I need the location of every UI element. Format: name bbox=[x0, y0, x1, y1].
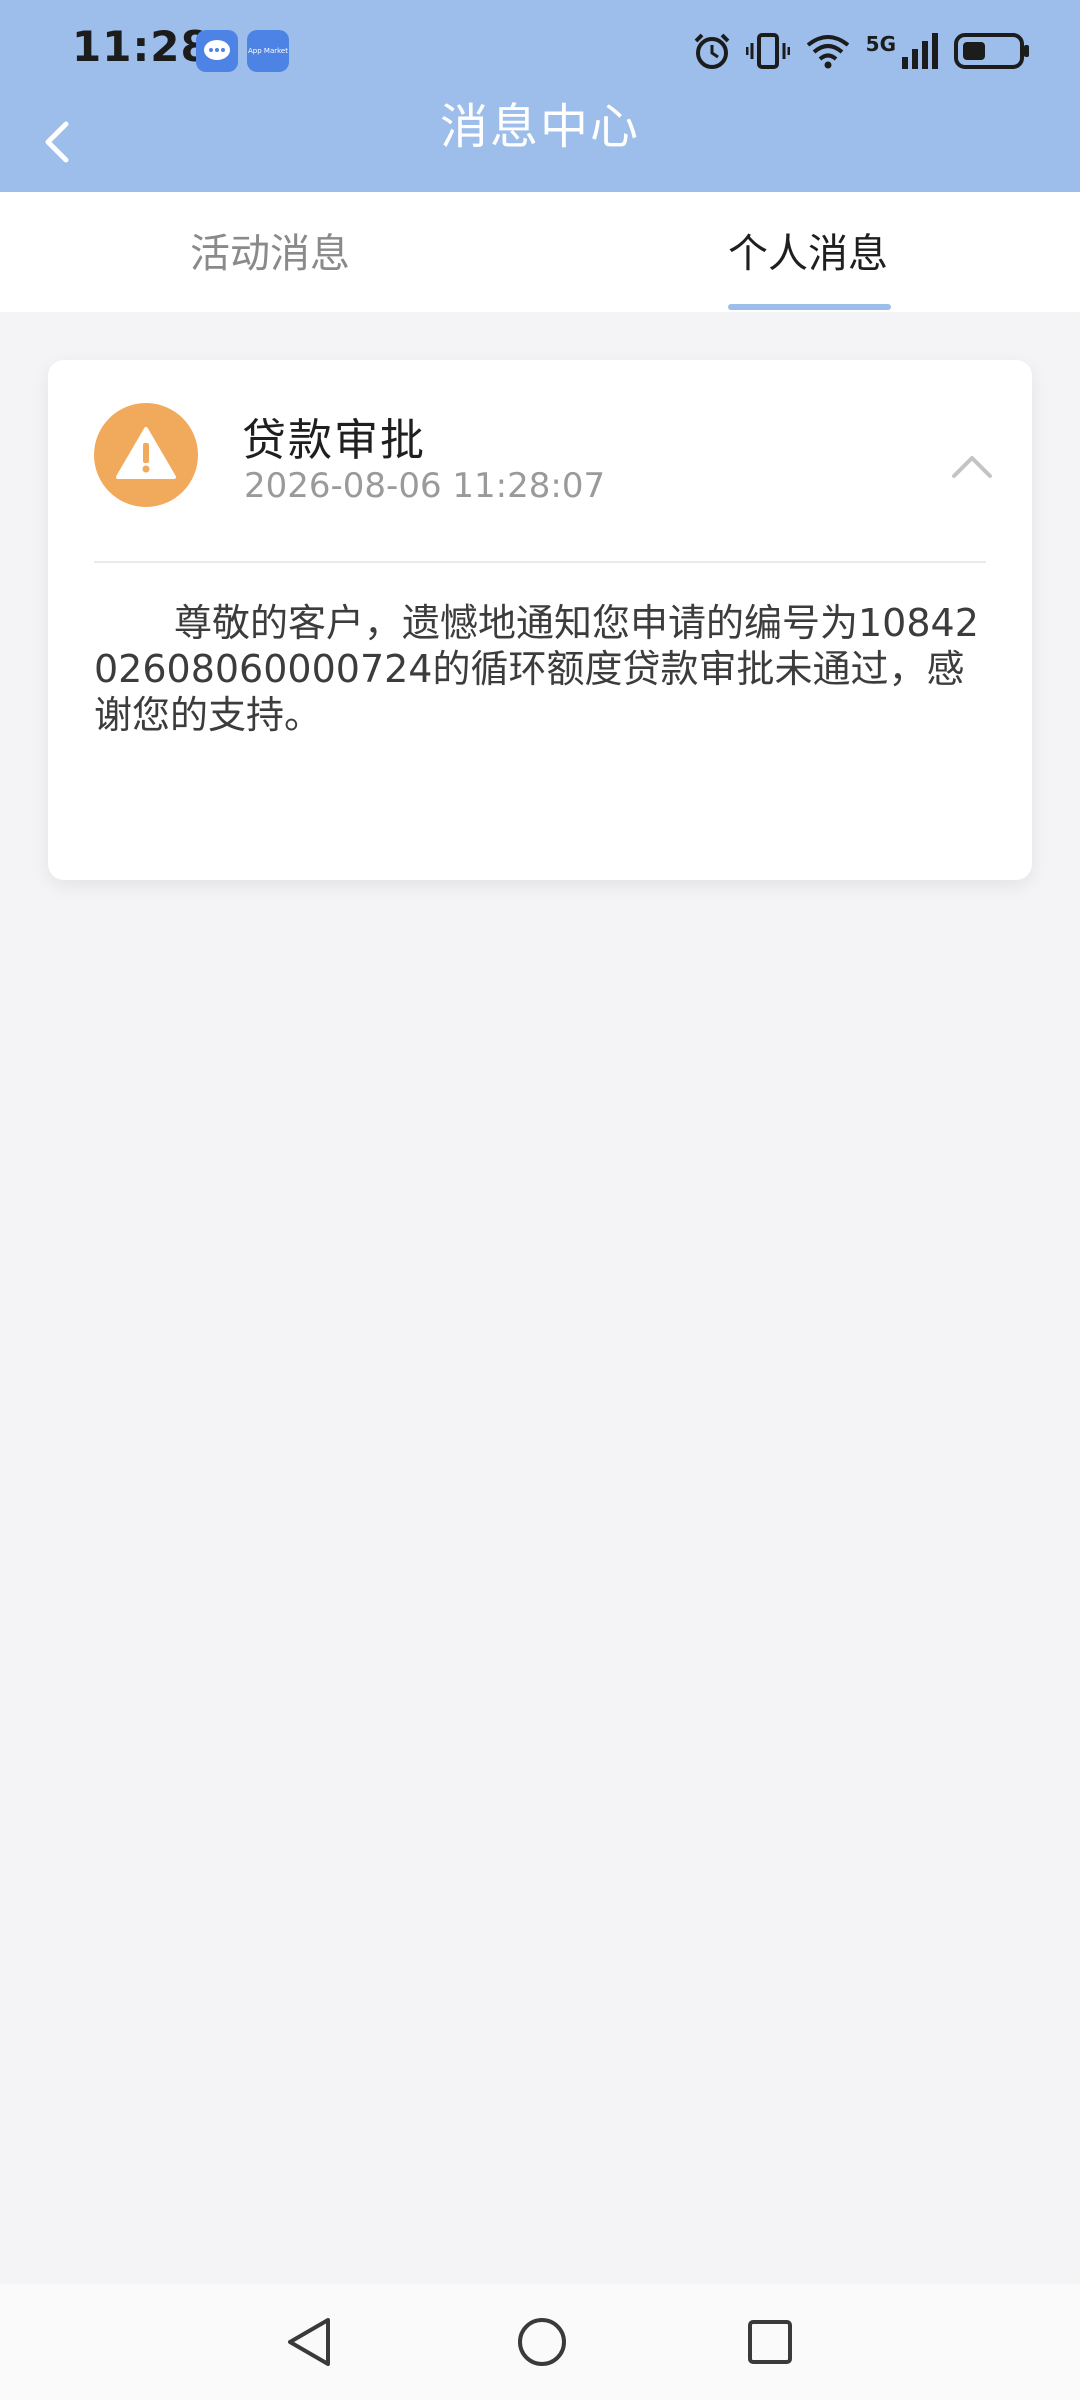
nav-bar: 消息中心 bbox=[0, 100, 1080, 192]
message-timestamp: 2026-08-06 11:28:07 bbox=[244, 466, 606, 506]
message-tabs: 活动消息 个人消息 bbox=[0, 192, 1080, 312]
triangle-back-icon bbox=[288, 2318, 330, 2366]
chevron-left-icon bbox=[45, 121, 69, 163]
status-icons: 5G bbox=[692, 26, 1030, 76]
square-recents-icon bbox=[748, 2320, 792, 2364]
page-title: 消息中心 bbox=[439, 99, 640, 155]
warning-icon bbox=[94, 403, 198, 507]
card-divider bbox=[94, 561, 986, 563]
battery-icon bbox=[954, 33, 1029, 69]
app-header: 11:28 App Market 5G 消息中心 bbox=[0, 0, 1080, 192]
app-market-icon: App Market bbox=[247, 30, 289, 72]
network-type-label: 5G bbox=[865, 32, 896, 56]
system-back-button[interactable] bbox=[282, 2314, 338, 2374]
chevron-up-icon bbox=[952, 456, 992, 478]
app-market-label: App Market bbox=[248, 47, 288, 55]
active-tab-indicator bbox=[728, 304, 891, 310]
system-home-button[interactable] bbox=[514, 2314, 570, 2374]
collapse-button[interactable] bbox=[946, 448, 998, 484]
message-card[interactable]: 贷款审批 2026-08-06 11:28:07 尊敬的客户，遗憾地通知您申请的… bbox=[48, 360, 1032, 880]
alarm-icon bbox=[694, 33, 730, 69]
circle-home-icon bbox=[518, 2318, 566, 2366]
message-body: 尊敬的客户，遗憾地通知您申请的编号为1084202608060000724的循环… bbox=[94, 601, 979, 737]
system-recents-button[interactable] bbox=[744, 2314, 796, 2374]
tab-personal-messages[interactable]: 个人消息 bbox=[725, 192, 891, 312]
back-button[interactable] bbox=[30, 114, 90, 174]
system-navigation-bar bbox=[0, 2284, 1080, 2400]
wifi-icon bbox=[806, 35, 849, 69]
vibrate-icon bbox=[745, 33, 790, 69]
status-time: 11:28 bbox=[72, 22, 211, 71]
messages-app-icon bbox=[196, 30, 238, 72]
signal-icon bbox=[902, 33, 938, 69]
tab-activity-messages[interactable]: 活动消息 bbox=[180, 192, 360, 312]
message-title: 贷款审批 bbox=[242, 415, 426, 466]
status-bar: 11:28 App Market 5G bbox=[0, 0, 1080, 100]
